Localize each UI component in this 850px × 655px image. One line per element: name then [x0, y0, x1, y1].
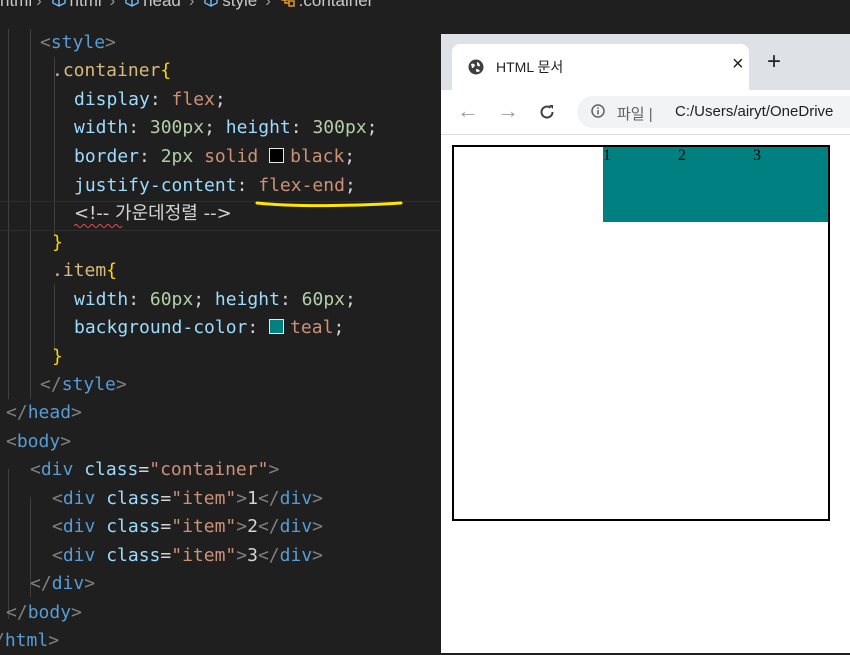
code-line: width: 60px; height: 60px;	[74, 289, 356, 310]
reload-icon[interactable]	[538, 103, 556, 121]
chevron-right-icon: ›	[188, 0, 195, 10]
indent-guide	[54, 284, 55, 352]
code-line: width: 300px; height: 300px;	[74, 117, 378, 138]
code-line: /html>	[0, 630, 60, 651]
code-line: border: 2px solid black;	[74, 146, 356, 167]
flex-item-1: 1	[603, 147, 678, 222]
breadcrumb-item-html[interactable]: html	[51, 0, 106, 11]
flex-item-3: 3	[753, 147, 828, 222]
breadcrumb: html › html › head › style › .container	[0, 0, 850, 13]
chevron-right-icon: ›	[109, 0, 116, 10]
code-line: }	[52, 232, 63, 253]
breadcrumb-item-container[interactable]: .container	[280, 0, 378, 11]
code-line: background-color: teal;	[74, 317, 345, 338]
error-squiggle	[74, 224, 123, 228]
code-line: <div class="container">	[30, 459, 280, 480]
page-viewport: 1 2 3	[441, 135, 850, 653]
code-line: .container{	[52, 60, 172, 81]
class-selector-icon	[280, 0, 295, 7]
breadcrumb-item-html-root[interactable]: html	[0, 0, 32, 11]
code-line: display: flex;	[74, 89, 226, 110]
tab-strip: HTML 문서 × +	[441, 34, 850, 90]
code-line: <div class="item">3</div>	[52, 545, 323, 566]
code-line: </head>	[6, 402, 82, 423]
cube-icon	[125, 0, 139, 7]
indent-guide	[8, 469, 9, 619]
code-line: <div class="item">1</div>	[52, 488, 323, 509]
chevron-right-icon: ›	[265, 0, 271, 10]
browser-window: HTML 문서 × + ← → 파일 | C:/Users/airyt/OneD…	[441, 34, 850, 653]
flex-container: 1 2 3	[452, 145, 830, 521]
code-line: }	[52, 346, 63, 367]
chevron-right-icon: ›	[36, 0, 42, 10]
back-arrow-icon[interactable]: ←	[457, 100, 479, 122]
color-swatch-black[interactable]	[269, 148, 285, 163]
breadcrumb-item-head[interactable]: head	[124, 0, 185, 11]
code-line: <body>	[6, 431, 72, 452]
tab-title: HTML 문서	[496, 59, 564, 75]
code-line: </body>	[6, 602, 82, 623]
yellow-underline-annotation	[255, 201, 403, 208]
browser-tab[interactable]: HTML 문서 ×	[452, 44, 749, 90]
code-line: </style>	[40, 374, 127, 395]
new-tab-button[interactable]: +	[767, 50, 781, 74]
globe-icon	[468, 59, 484, 75]
file-scheme-label: 파일 |	[617, 106, 653, 123]
forward-arrow-icon[interactable]: →	[497, 100, 519, 122]
info-icon[interactable]	[591, 104, 605, 118]
code-line: <style>	[40, 32, 116, 53]
code-line: <div class="item">2</div>	[52, 516, 323, 537]
browser-toolbar: ← → 파일 | C:/Users/airyt/OneDrive	[441, 90, 850, 135]
flex-item-2: 2	[678, 147, 753, 222]
cube-icon	[51, 0, 66, 7]
address-bar[interactable]: 파일 | C:/Users/airyt/OneDrive	[577, 96, 850, 128]
color-swatch-teal[interactable]	[269, 319, 285, 334]
breadcrumb-item-style[interactable]: style	[203, 0, 261, 11]
cube-icon	[204, 0, 218, 7]
code-line: </div>	[30, 573, 96, 594]
url-text[interactable]: C:/Users/airyt/OneDrive	[675, 103, 833, 120]
code-line: .item{	[52, 260, 118, 281]
close-tab-button[interactable]: ×	[732, 53, 744, 76]
